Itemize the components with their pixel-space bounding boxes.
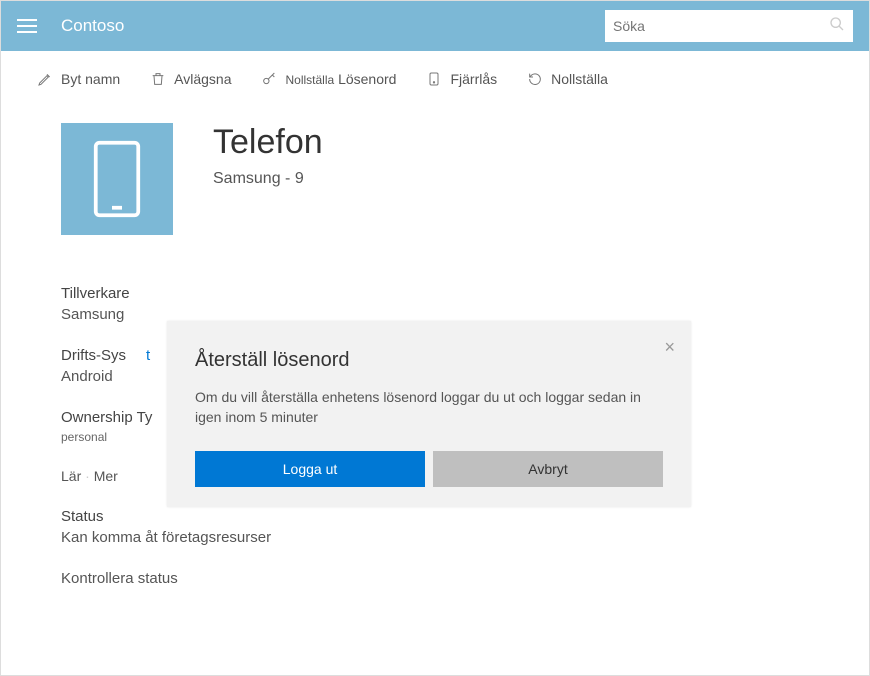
- dialog-title: Återställ lösenord: [195, 349, 663, 372]
- search-box[interactable]: [605, 10, 853, 42]
- action-toolbar: Byt namn Avlägsna Nollställa Lösenord Fj…: [1, 51, 869, 103]
- reset-label: Nollställa: [551, 71, 608, 87]
- brand-title: Contoso: [61, 16, 124, 36]
- remote-lock-label: Fjärrlås: [450, 71, 497, 87]
- dialog-buttons: Logga ut Avbryt: [195, 451, 663, 487]
- manufacturer-label: Tillverkare: [61, 285, 809, 302]
- reset-icon: [527, 71, 543, 87]
- pencil-icon: [37, 71, 53, 87]
- status-label: Status: [61, 508, 809, 525]
- status-value: Kan komma åt företagsresurser: [61, 529, 809, 546]
- device-title: Telefon: [213, 123, 323, 162]
- close-icon[interactable]: ×: [664, 337, 675, 358]
- device-title-block: Telefon Samsung - 9: [213, 123, 323, 188]
- remove-label: Avlägsna: [174, 71, 231, 87]
- top-bar: Contoso: [1, 1, 869, 51]
- status-block: Status Kan komma åt företagsresurser: [61, 508, 809, 546]
- search-input[interactable]: [613, 18, 829, 34]
- reset-password-label: Nollställa Lösenord: [285, 71, 396, 87]
- remote-lock-button[interactable]: Fjärrlås: [426, 71, 497, 87]
- trash-icon: [150, 71, 166, 87]
- key-icon: [261, 71, 277, 87]
- dialog-body: Om du vill återställa enhetens lösenord …: [195, 388, 663, 427]
- lock-icon: [426, 71, 442, 87]
- rename-label: Byt namn: [61, 71, 120, 87]
- search-icon[interactable]: [829, 16, 845, 37]
- manufacturer-block: Tillverkare Samsung: [61, 285, 809, 323]
- reset-password-dialog: × Återställ lösenord Om du vill återstäl…: [167, 321, 691, 507]
- logout-button[interactable]: Logga ut: [195, 451, 425, 487]
- reset-button[interactable]: Nollställa: [527, 71, 608, 87]
- remove-button[interactable]: Avlägsna: [150, 71, 231, 87]
- cancel-button[interactable]: Avbryt: [433, 451, 663, 487]
- menu-icon[interactable]: [17, 14, 41, 38]
- reset-password-button[interactable]: Nollställa Lösenord: [261, 71, 396, 87]
- rename-button[interactable]: Byt namn: [37, 71, 120, 87]
- device-header: Telefon Samsung - 9: [61, 123, 809, 235]
- device-subtitle: Samsung - 9: [213, 170, 323, 188]
- check-status-link[interactable]: Kontrollera status: [61, 570, 809, 587]
- device-tile: [61, 123, 173, 235]
- phone-icon: [92, 139, 142, 219]
